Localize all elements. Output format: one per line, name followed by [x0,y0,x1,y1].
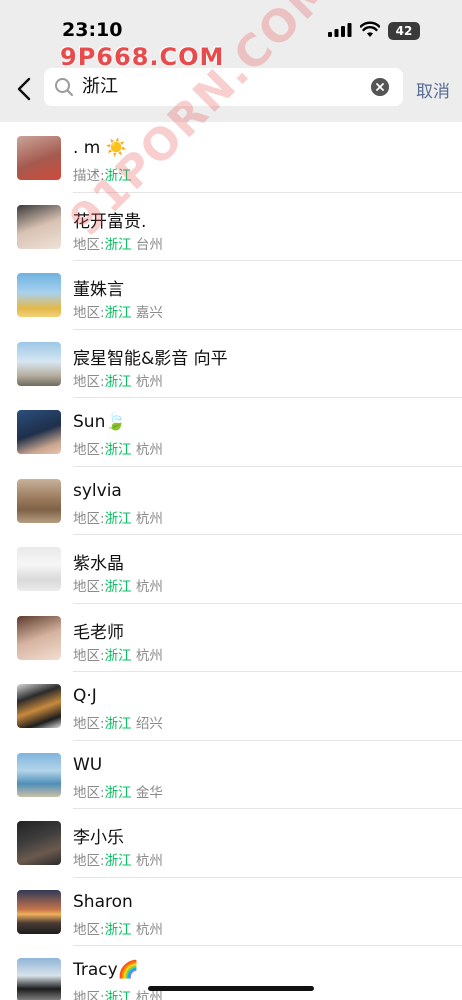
contact-subtitle: 地区:浙江 杭州 [73,373,163,390]
cellular-signal-icon [328,23,352,37]
result-row[interactable]: 李小乐 地区:浙江 杭州 [0,809,462,878]
contact-subtitle: 地区:浙江 绍兴 [73,716,163,732]
contact-name: sylvia [73,480,122,501]
avatar [17,958,61,1000]
contact-subtitle: 地区:浙江 杭州 [73,921,163,938]
avatar [17,547,61,591]
contact-name: Tracy🌈 [73,960,139,980]
watermark-text: 9P668.COM [60,43,225,71]
clear-icon[interactable] [371,78,389,96]
result-row[interactable]: 宸星智能&影音 向平 地区:浙江 杭州 [0,330,462,398]
contact-name: 李小乐 [73,828,124,848]
contact-name: 宸星智能&影音 向平 [73,348,228,369]
back-chevron-icon[interactable] [14,76,36,102]
contact-subtitle: 地区:浙江 杭州 [73,853,163,869]
result-row[interactable]: 毛老师 地区:浙江 杭州 [0,604,462,672]
contact-name: WU [73,754,103,775]
avatar [17,821,61,865]
search-input[interactable]: 浙江 [82,75,118,99]
wifi-icon [360,21,380,37]
search-icon [55,78,73,96]
contact-subtitle: 地区:浙江 杭州 [73,647,163,664]
contact-name: Sharon [73,891,133,912]
result-row[interactable]: sylvia 地区:浙江 杭州 [0,467,462,535]
contact-name: 毛老师 [73,622,124,643]
result-row[interactable]: Sun🍃 地区:浙江 杭州 [0,398,462,467]
home-indicator[interactable] [148,986,314,991]
cancel-button[interactable]: 取消 [416,77,450,102]
avatar [17,615,61,660]
contact-subtitle: 地区:浙江 杭州 [73,510,163,527]
avatar [17,136,61,180]
contact-name: Sun🍃 [73,412,127,432]
result-row[interactable]: 紫水晶 地区:浙江 杭州 [0,535,462,604]
contact-name: 紫水晶 [73,554,124,574]
result-row[interactable]: Tracy🌈 地区:浙江 杭州 [0,946,462,1000]
avatar [17,478,61,523]
result-row[interactable]: WU 地区:浙江 金华 [0,741,462,809]
search-results-list: . m ☀️ 描述:浙江 花开富贵. 地区:浙江 台州 董姝言 地区:浙江 嘉兴… [0,124,462,1000]
avatar [17,684,61,728]
battery-icon: 42 [388,22,420,40]
contact-subtitle: 地区:浙江 嘉兴 [73,305,163,321]
contact-name: 董姝言 [73,280,124,300]
result-row[interactable]: Sharon 地区:浙江 杭州 [0,878,462,946]
status-time: 23:10 [62,19,123,41]
contact-subtitle: 地区:浙江 杭州 [73,442,163,458]
avatar [17,889,61,934]
avatar [17,410,61,454]
result-row[interactable]: . m ☀️ 描述:浙江 [0,124,462,193]
result-row[interactable]: 董姝言 地区:浙江 嘉兴 [0,261,462,330]
contact-name: Q·J [73,686,97,706]
result-row[interactable]: Q·J 地区:浙江 绍兴 [0,672,462,741]
avatar [17,752,61,797]
contact-subtitle: 地区:浙江 杭州 [73,579,163,595]
avatar [17,273,61,317]
avatar [17,341,61,386]
avatar [17,204,61,249]
contact-subtitle: 地区:浙江 金华 [73,784,163,801]
